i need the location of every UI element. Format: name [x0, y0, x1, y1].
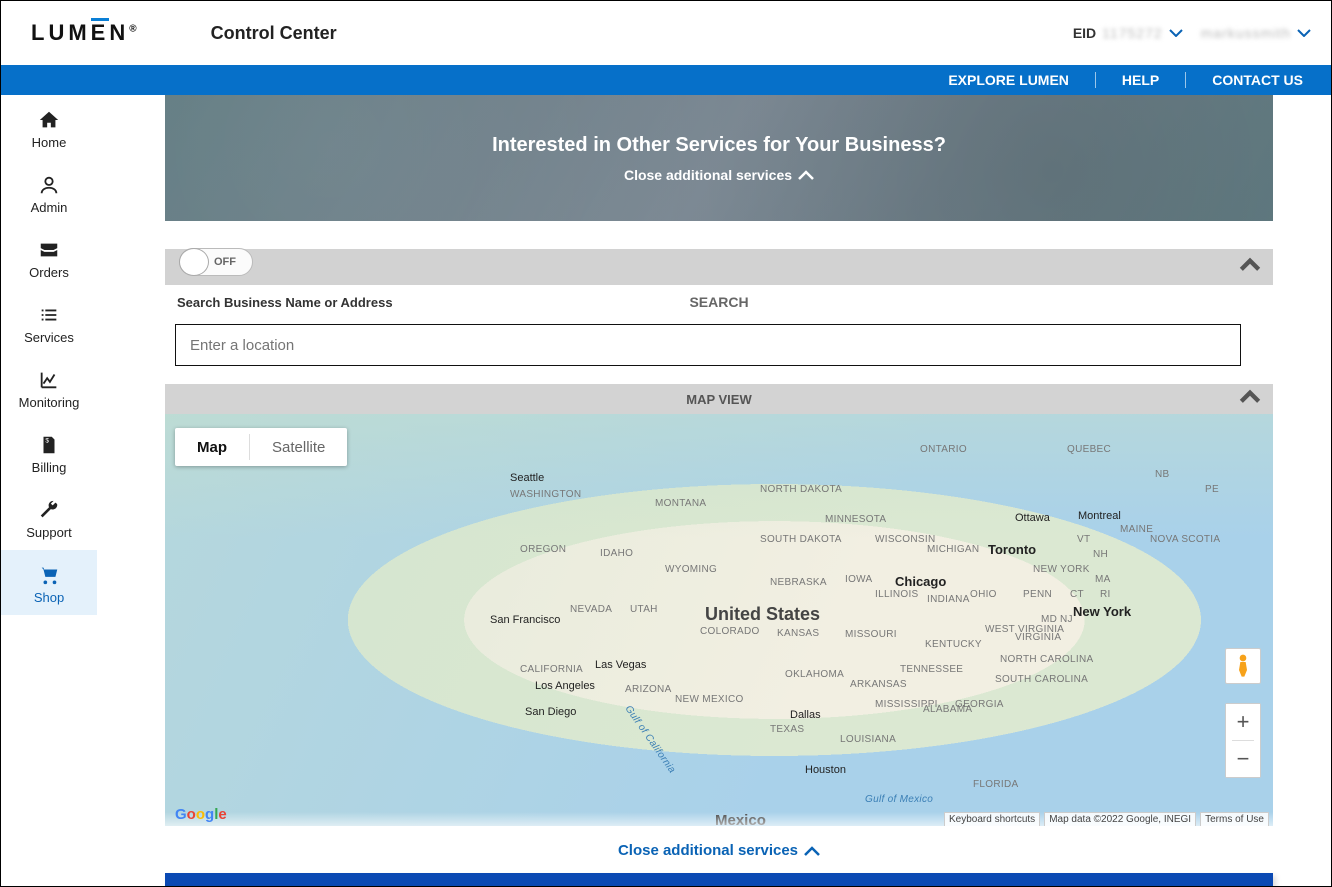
- eid-label: EID: [1073, 25, 1096, 41]
- sidebar-item-billing[interactable]: $ Billing: [1, 420, 97, 485]
- collapse-search-button[interactable]: [1237, 252, 1263, 281]
- header: LUMEN® Control Center EID 1175272 markus…: [1, 1, 1331, 65]
- sidebar-item-monitoring[interactable]: Monitoring: [1, 355, 97, 420]
- map-footer: Google Keyboard shortcuts Map data ©2022…: [165, 812, 1273, 826]
- services-banner: Interested in Other Services for Your Bu…: [165, 95, 1273, 221]
- zoom-in-button[interactable]: +: [1226, 704, 1260, 740]
- logo: LUMEN®: [31, 20, 141, 46]
- sidebar-item-label: Services: [24, 330, 74, 345]
- streetview-pegman[interactable]: [1225, 648, 1261, 684]
- close-label: Close additional services: [624, 167, 792, 183]
- sidebar-item-label: Support: [26, 525, 72, 540]
- sidebar-item-shop[interactable]: Shop: [1, 550, 97, 615]
- sidebar-item-admin[interactable]: Admin: [1, 160, 97, 225]
- sidebar-item-label: Monitoring: [19, 395, 80, 410]
- google-logo: Google: [175, 806, 227, 823]
- keyboard-shortcuts-link[interactable]: Keyboard shortcuts: [944, 812, 1040, 827]
- sidebar-item-home[interactable]: Home: [1, 95, 97, 160]
- map-section-header: MAP VIEW: [165, 384, 1273, 414]
- chevron-up-icon: [798, 170, 814, 180]
- zoom-control: + −: [1225, 703, 1261, 778]
- top-nav: EXPLORE LUMEN HELP CONTACT US: [1, 65, 1331, 95]
- eid-value: 1175272: [1102, 25, 1162, 41]
- inbox-icon: [38, 239, 60, 261]
- close-additional-services-button-bottom[interactable]: Close additional services: [165, 842, 1273, 859]
- chevron-up-icon: [1237, 252, 1263, 278]
- close-label: Close additional services: [618, 842, 798, 859]
- pegman-icon: [1234, 654, 1252, 678]
- list-icon: [38, 304, 60, 326]
- toggle-label: OFF: [214, 256, 236, 268]
- sidebar-item-label: Admin: [31, 200, 68, 215]
- chevron-down-icon: [1297, 29, 1311, 37]
- map-type-satellite[interactable]: Satellite: [250, 428, 347, 466]
- chart-icon: [38, 369, 60, 391]
- chevron-up-icon: [1237, 384, 1263, 410]
- map-attribution: Map data ©2022 Google, INEGI: [1044, 812, 1196, 827]
- collapse-map-button[interactable]: [1237, 384, 1263, 413]
- chevron-down-icon: [1169, 29, 1183, 37]
- nav-help[interactable]: HELP: [1118, 72, 1163, 88]
- wrench-icon: [38, 499, 60, 521]
- sidebar-item-services[interactable]: Services: [1, 290, 97, 355]
- zoom-out-button[interactable]: −: [1226, 741, 1260, 777]
- map-surface: [165, 414, 1273, 826]
- map-type-map[interactable]: Map: [175, 428, 249, 466]
- sidebar: Home Admin Orders Services Monitoring $ …: [1, 95, 97, 886]
- user-dropdown[interactable]: markussmith: [1201, 25, 1311, 41]
- separator: [1095, 72, 1096, 88]
- sidebar-item-label: Shop: [34, 590, 64, 605]
- map-view[interactable]: United States Mexico WASHINGTON OREGON I…: [165, 414, 1273, 826]
- map-type-switcher: Map Satellite: [175, 428, 347, 466]
- cart-icon: [38, 564, 60, 586]
- close-additional-services-button[interactable]: Close additional services: [624, 167, 814, 183]
- home-icon: [38, 109, 60, 131]
- banner-title: Interested in Other Services for Your Bu…: [492, 134, 946, 157]
- main-content: Interested in Other Services for Your Bu…: [97, 95, 1331, 886]
- sidebar-item-label: Billing: [32, 460, 67, 475]
- separator: [1185, 72, 1186, 88]
- toggle-knob: [179, 248, 209, 276]
- username: markussmith: [1201, 25, 1291, 41]
- user-icon: [38, 174, 60, 196]
- sidebar-item-orders[interactable]: Orders: [1, 225, 97, 290]
- svg-text:$: $: [45, 437, 49, 444]
- nav-explore[interactable]: EXPLORE LUMEN: [944, 72, 1073, 88]
- footer-bar: [165, 873, 1273, 886]
- nav-contact[interactable]: CONTACT US: [1208, 72, 1307, 88]
- eid-dropdown[interactable]: EID 1175272: [1073, 25, 1183, 41]
- location-search-input[interactable]: [175, 324, 1241, 366]
- terms-link[interactable]: Terms of Use: [1200, 812, 1269, 827]
- invoice-icon: $: [38, 434, 60, 456]
- app-title: Control Center: [211, 23, 337, 44]
- chevron-up-icon: [804, 846, 820, 856]
- search-section-header: OFF: [165, 249, 1273, 285]
- search-label: Search Business Name or Address: [177, 295, 1273, 310]
- sidebar-item-label: Orders: [29, 265, 69, 280]
- secondary-address-toggle[interactable]: OFF: [179, 248, 253, 276]
- sidebar-item-support[interactable]: Support: [1, 485, 97, 550]
- sidebar-item-label: Home: [32, 135, 67, 150]
- map-section-title: MAP VIEW: [686, 392, 752, 407]
